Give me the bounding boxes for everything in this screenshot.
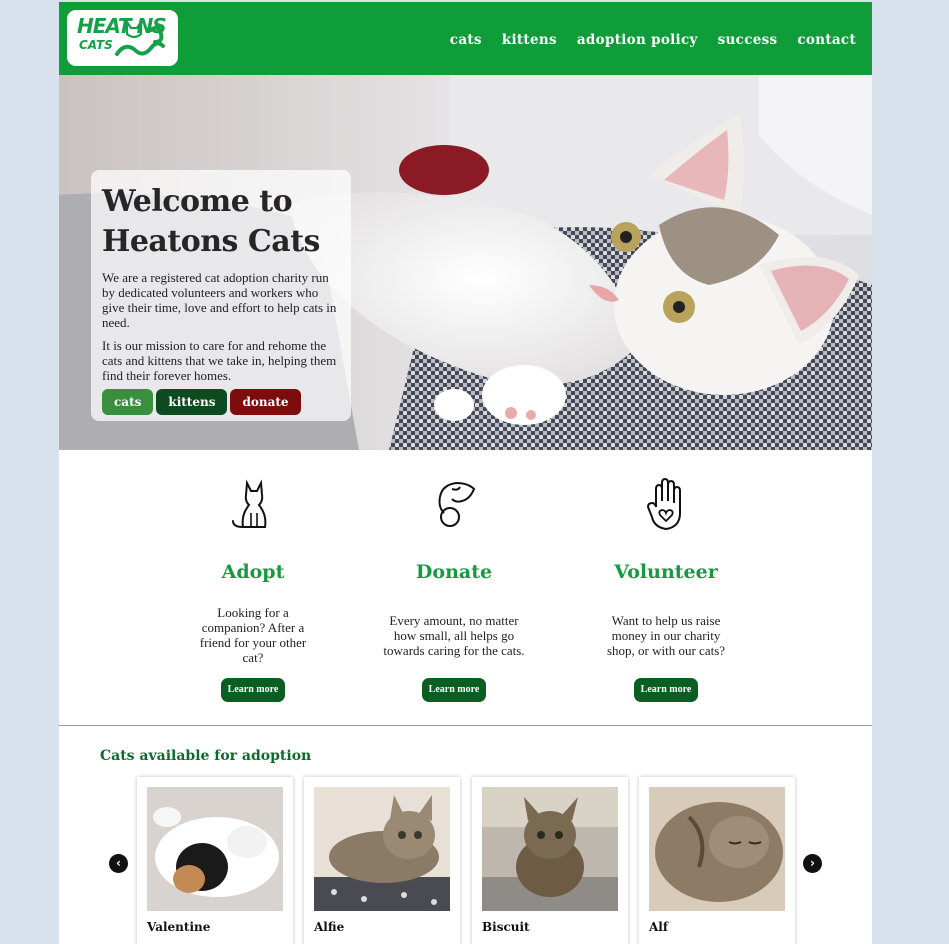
hero-paragraph-2: It is our mission to care for and rehome…	[102, 338, 337, 383]
donate-learn-more-button[interactable]: Learn more	[421, 678, 487, 702]
cat-card-valentine[interactable]: Valentine	[137, 777, 293, 944]
hero-kittens-button[interactable]: kittens	[156, 389, 228, 415]
cat-outline-icon	[232, 479, 267, 528]
cat-name-valentine: Valentine	[147, 920, 211, 934]
page: HEAT NS CATS cats kittens adoption polic…	[59, 2, 872, 944]
hero-section: Welcome to Heatons Cats We are a registe…	[59, 75, 872, 450]
logo[interactable]: HEAT NS CATS	[67, 10, 178, 66]
cat-name-alfie: Alfie	[314, 920, 345, 934]
cat-card-alfie[interactable]: Alfie	[304, 777, 460, 944]
cat-photo-alfie	[314, 787, 450, 911]
nav-cats[interactable]: cats	[450, 32, 482, 48]
feature-volunteer-text: Want to help us raise money in our chari…	[606, 613, 726, 658]
adoption-section-title: Cats available for adoption	[100, 748, 312, 764]
cat-card-alf[interactable]: Alf	[639, 777, 795, 944]
adopt-learn-more-button[interactable]: Learn more	[220, 678, 286, 702]
feature-adopt-title: Adopt	[221, 561, 285, 583]
hero-cats-button[interactable]: cats	[102, 389, 154, 415]
chevron-right-circle-icon[interactable]: ›	[803, 854, 822, 873]
cat-logo-icon	[115, 18, 165, 56]
cat-photo-biscuit	[482, 787, 618, 911]
section-divider	[59, 725, 872, 726]
feature-adopt-text: Looking for a companion? After a friend …	[199, 605, 307, 665]
nav-success[interactable]: success	[718, 32, 778, 48]
hero-donate-button[interactable]: donate	[230, 389, 301, 415]
hero-welcome-card: Welcome to Heatons Cats We are a registe…	[91, 170, 351, 421]
feature-donate-title: Donate	[415, 561, 493, 583]
cat-card-biscuit[interactable]: Biscuit	[472, 777, 628, 944]
cat-name-biscuit: Biscuit	[482, 920, 530, 934]
cat-photo-alf	[649, 787, 785, 911]
site-header: HEAT NS CATS cats kittens adoption polic…	[59, 2, 872, 75]
cat-photo-valentine	[147, 787, 283, 911]
raised-hand-heart-icon	[647, 478, 681, 530]
hero-title: Welcome to Heatons Cats	[102, 184, 320, 259]
feature-volunteer: Volunteer Want to help us raise money in…	[601, 477, 731, 702]
feature-adopt: Adopt Looking for a companion? After a f…	[193, 477, 313, 702]
hand-coin-icon	[438, 481, 476, 527]
nav-adoption-policy[interactable]: adoption policy	[577, 32, 698, 48]
hero-buttons: cats kittens donate	[102, 389, 301, 415]
chevron-left-circle-icon[interactable]: ‹	[109, 854, 128, 873]
logo-subtext: CATS	[79, 38, 113, 52]
hero-paragraph-1: We are a registered cat adoption charity…	[102, 270, 337, 330]
nav-contact[interactable]: contact	[797, 32, 856, 48]
volunteer-learn-more-button[interactable]: Learn more	[633, 678, 699, 702]
feature-donate: Donate Every amount, no matter how small…	[379, 477, 529, 702]
feature-donate-text: Every amount, no matter how small, all h…	[383, 613, 525, 658]
main-nav: cats kittens adoption policy success con…	[450, 32, 856, 48]
cat-name-alf: Alf	[649, 920, 669, 934]
feature-volunteer-title: Volunteer	[614, 561, 718, 583]
nav-kittens[interactable]: kittens	[502, 32, 557, 48]
